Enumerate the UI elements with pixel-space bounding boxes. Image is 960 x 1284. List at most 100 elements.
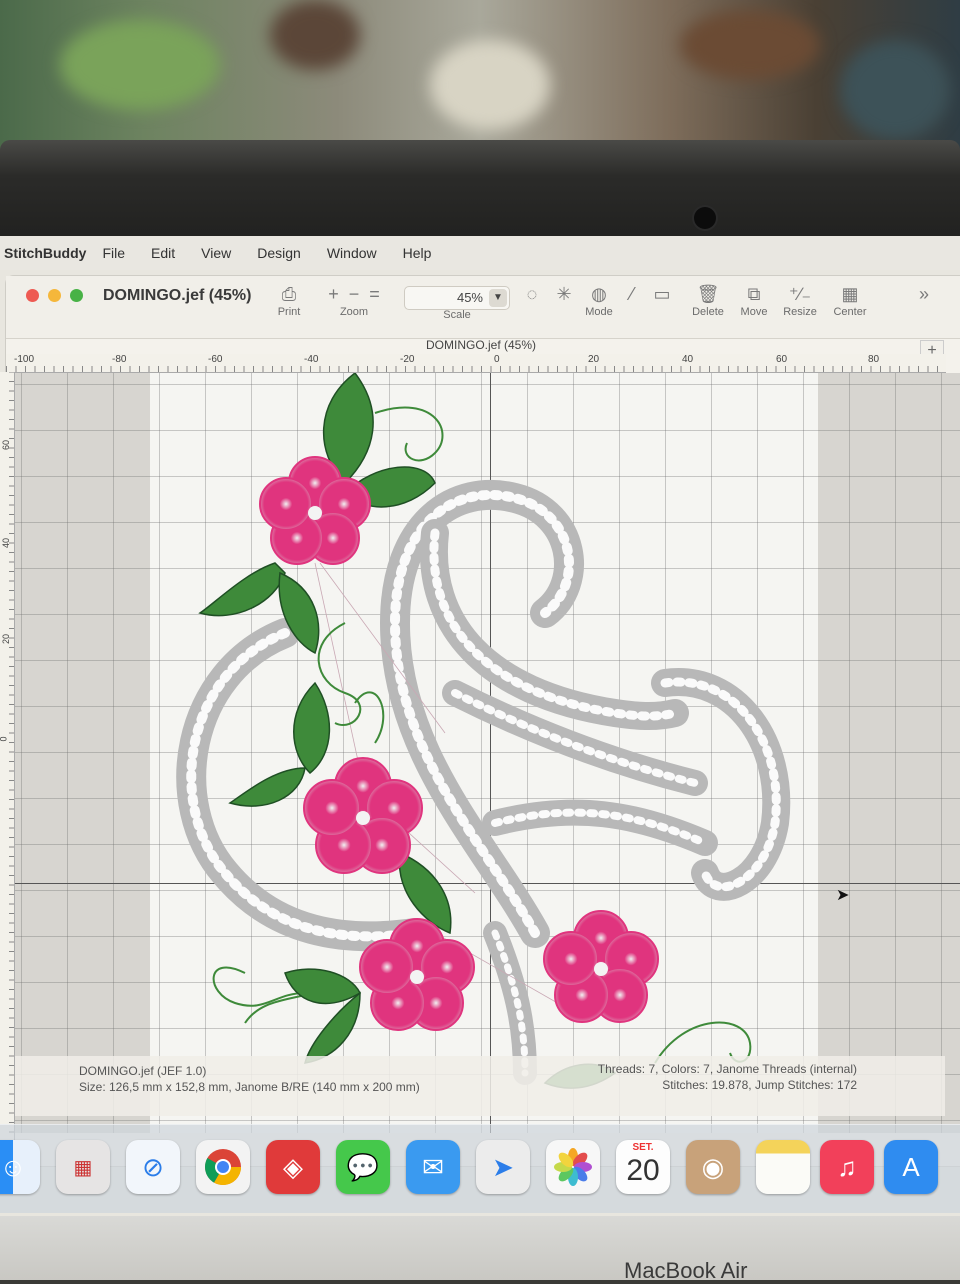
center-button[interactable]: ▦ Center [830,282,870,318]
minimize-window-button[interactable] [48,289,61,302]
flower [303,757,423,874]
app-store-icon[interactable]: A [884,1140,938,1194]
embroidery-canvas[interactable]: ➤ [15,373,960,1133]
calendar-day: 20 [626,1154,660,1187]
move-label: Move [740,306,768,318]
zoom-window-button[interactable] [70,289,83,302]
scale-label: Scale [443,309,471,321]
flower [543,910,659,1023]
menu-edit[interactable]: Edit [151,245,175,261]
grid-center-icon: ▦ [841,284,859,304]
photos-flower-icon [554,1148,592,1186]
line-icon: ⁄ [630,284,634,304]
zoom-buttons-icon: + − = [328,284,380,304]
ruler-tick-label: 60 [776,354,788,365]
plus-minus-icon: ⁺∕₋ [788,284,811,304]
anydesk-icon[interactable]: ◈ [266,1140,320,1194]
embroidery-design[interactable] [15,373,960,1133]
print-button[interactable]: ⎙ Print [274,282,304,318]
menu-view[interactable]: View [201,245,231,261]
calendar-icon[interactable]: SET. 20 [616,1140,670,1194]
messages-icon[interactable]: 💬 [336,1140,390,1194]
webcam [694,207,716,229]
zoom-label: Zoom [339,306,369,318]
ruler-tick-label: 0 [0,736,9,741]
menu-window[interactable]: Window [327,245,377,261]
calendar-month: SET. [632,1142,654,1153]
mail-icon[interactable]: ✉ [406,1140,460,1194]
print-label: Print [277,306,301,318]
chrome-logo-icon [204,1149,241,1186]
chevron-double-right-icon: » [918,284,929,304]
launchpad-icon[interactable]: ▦ [56,1140,110,1194]
resize-button[interactable]: ⁺∕₋ Resize [780,282,820,318]
palette-icon: ◍ [591,284,607,304]
scale-select[interactable]: 45% ▼ [404,286,510,310]
move-button[interactable]: ⧉ Move [736,282,772,318]
menu-app-name[interactable]: StitchBuddy [4,245,86,261]
chrome-icon[interactable] [196,1140,250,1194]
laptop-chin [0,1216,960,1280]
menu-design[interactable]: Design [257,245,301,261]
leaf [293,681,331,775]
delete-label: Delete [692,306,724,318]
ruler-tick-label: -60 [208,354,223,365]
safari-icon[interactable]: ⊘ [126,1140,180,1194]
line-tool-button[interactable]: ⁄ [622,282,642,306]
ruler-tick-label: -20 [400,354,415,365]
ruler-tick-label: 80 [868,354,880,365]
chevron-down-icon: ▼ [489,289,507,307]
ruler-tick-label: 60 [1,439,12,451]
lasso-tool-button[interactable]: ◌ [522,282,542,306]
magic-wand-icon: ✳ [556,284,572,304]
scale-value: 45% [456,290,483,305]
ruler-tick-label: 0 [494,354,500,365]
close-window-button[interactable] [26,289,39,302]
mode-button[interactable]: ◍ Mode [582,282,616,318]
ruler-tick-label: 40 [682,354,694,365]
zoom-control[interactable]: + − = Zoom [318,282,390,318]
music-icon[interactable]: ♫ [820,1140,874,1194]
stitches-info: Stitches: 19.878, Jump Stitches: 172 [662,1078,857,1092]
trash-icon: 🗑 [696,284,720,304]
finder-icon[interactable]: ☺ [0,1140,40,1194]
background-scene [0,0,960,160]
ruler-tick-label: -40 [304,354,319,365]
file-info: DOMINGO.jef (JEF 1.0) [79,1064,207,1078]
photos-icon[interactable] [546,1140,600,1194]
dock: ☺ ▦ ⊘ ◈ 💬 ✉ ➤ SET. 20 ◉ ♫ A [0,1124,960,1213]
leaf [228,767,306,807]
threads-info: Threads: 7, Colors: 7, Janome Threads (i… [597,1062,857,1076]
window-title: DOMINGO.jef (45%) [103,287,252,304]
lasso-icon: ◌ [526,284,538,304]
size-info: Size: 126,5 mm x 152,8 mm, Janome B/RE (… [79,1080,420,1094]
mouse-pointer-icon: ➤ [836,887,850,904]
scale-caption: Scale [440,309,474,321]
ruler-tick-label: 20 [588,354,600,365]
leaf [284,968,361,1005]
status-info-panel: DOMINGO.jef (JEF 1.0) Size: 126,5 mm x 1… [15,1056,945,1116]
toolbar-overflow-button[interactable]: » [914,282,934,306]
contacts-icon[interactable]: ◉ [686,1140,740,1194]
ruler-tick-label: 20 [1,633,12,645]
menu-file[interactable]: File [102,245,125,261]
center-label: Center [833,306,867,318]
mode-label: Mode [585,306,613,318]
resize-label: Resize [783,306,817,318]
ruler-tick-label: -80 [112,354,127,365]
printer-icon: ⎙ [281,284,297,304]
delete-button[interactable]: 🗑 Delete [688,282,728,318]
move-icon: ⧉ [747,284,761,304]
ruler-tick-label: -100 [14,354,35,365]
laptop-model-label: MacBook Air [624,1258,748,1283]
ruler-tick-label: 40 [1,537,12,549]
leaf [198,562,286,617]
maps-icon[interactable]: ➤ [476,1140,530,1194]
document-tab-title: DOMINGO.jef (45%) [426,338,537,352]
menu-help[interactable]: Help [403,245,432,261]
ruler-tool-button[interactable]: ▭ [652,282,672,306]
notes-icon[interactable] [756,1140,810,1194]
magic-wand-button[interactable]: ✳ [554,282,574,306]
ruler-icon: ▭ [653,284,671,304]
ruler-horizontal: -100 -80 -60 -40 -20 0 20 40 60 80 [6,354,946,373]
